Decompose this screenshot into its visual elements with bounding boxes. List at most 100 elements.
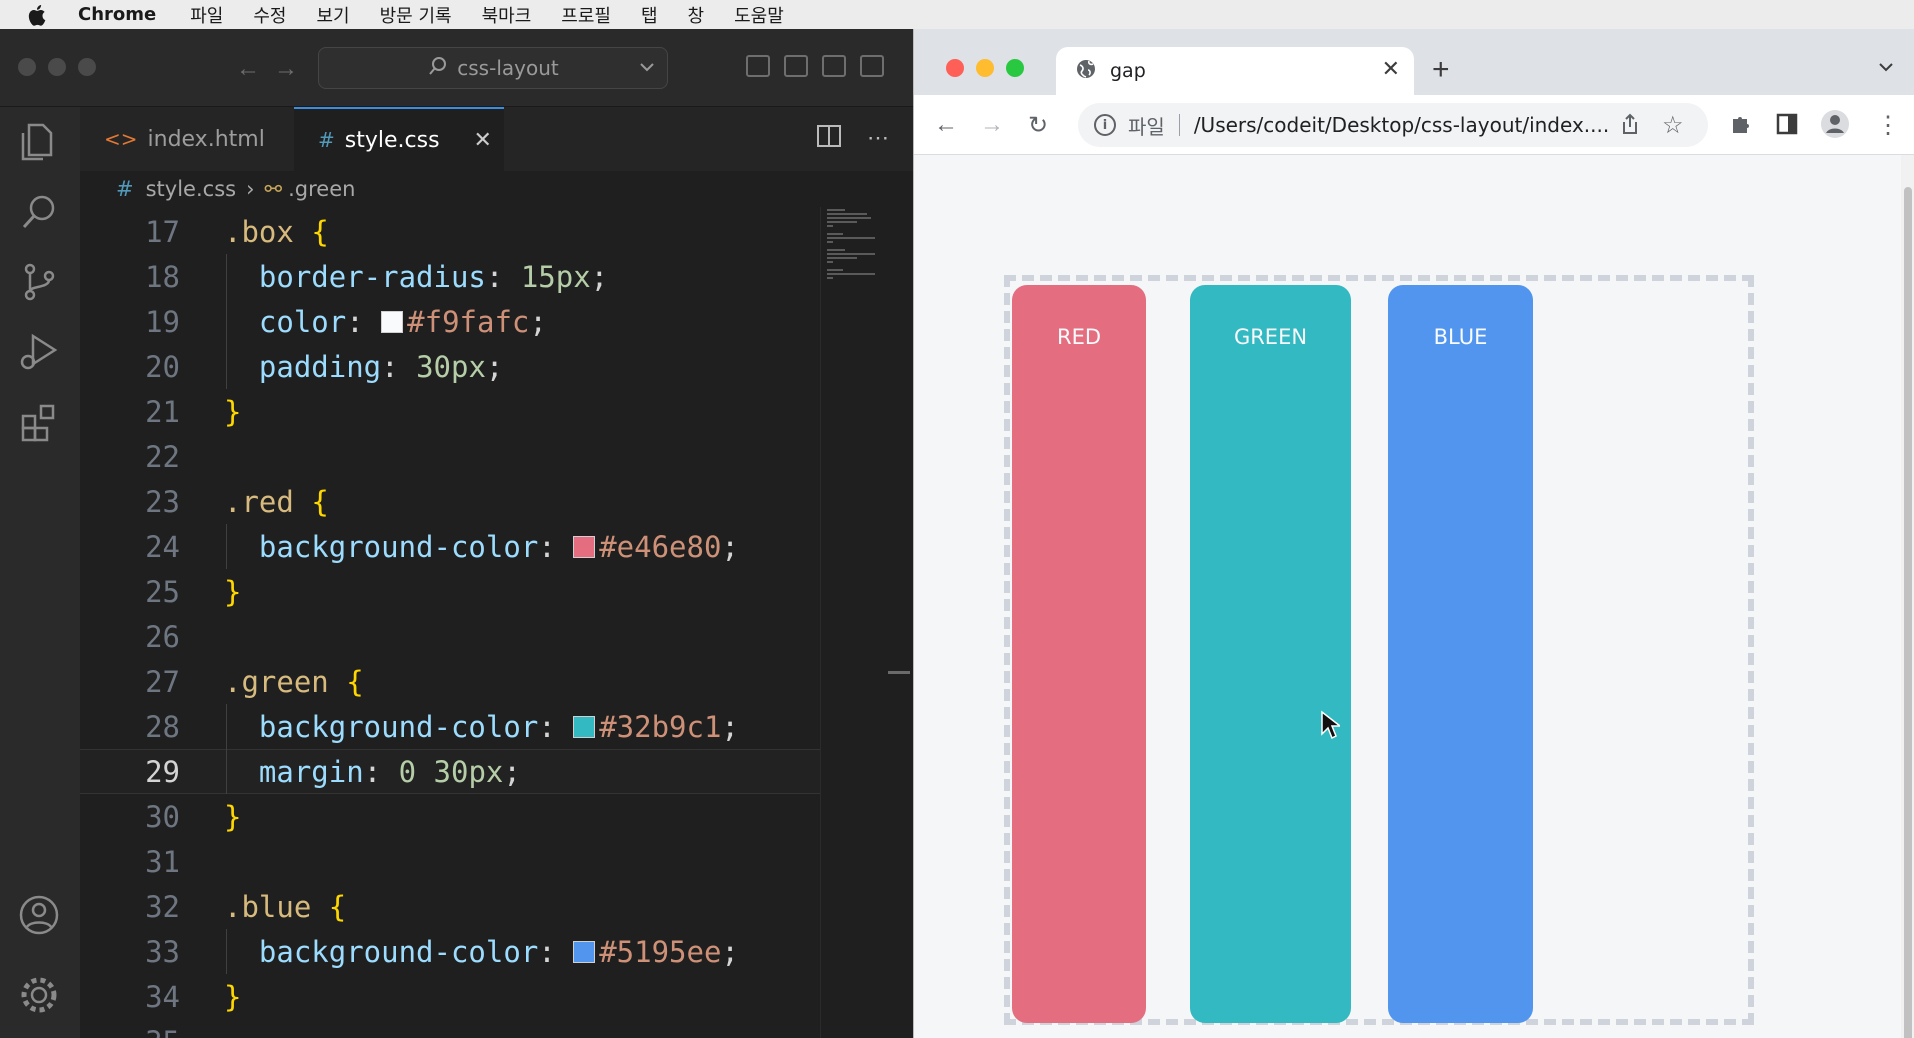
source-control-icon[interactable] [16,259,62,305]
color-swatch[interactable] [573,535,596,558]
code-line[interactable]: 34} [80,974,820,1019]
css-value: 30px [416,349,486,384]
breadcrumb-symbol[interactable]: .green [288,177,355,201]
split-editor-icon[interactable] [817,125,841,153]
bookmark-star-icon[interactable]: ☆ [1662,111,1684,140]
code-text: } [224,800,241,834]
color-swatch[interactable] [573,940,596,963]
line-number: 22 [145,439,180,474]
toggle-secondary-sidebar-icon[interactable] [822,55,846,77]
menu-help[interactable]: 도움말 [734,2,784,28]
color-swatch[interactable] [573,715,596,738]
search-icon[interactable] [16,189,62,235]
code-line[interactable]: 23 .red { [80,479,820,524]
more-actions-icon[interactable]: ⋯ [867,125,889,153]
reload-icon[interactable]: ↻ [1028,111,1048,140]
minimap-line [827,277,833,279]
menu-view[interactable]: 보기 [316,2,349,28]
code-text: .red { [224,485,329,519]
browser-tab[interactable]: gap ✕ [1056,47,1414,95]
close-window-dot[interactable] [18,58,36,76]
close-window-button[interactable] [946,59,964,77]
line-number: 20 [145,349,180,384]
forward-arrow-icon[interactable]: → [980,111,1004,139]
scrollbar-marker[interactable] [888,671,910,674]
code-line[interactable]: 29 margin: 0 30px; [80,749,820,794]
run-debug-icon[interactable] [16,329,62,375]
code-line[interactable]: 25} [80,569,820,614]
menu-app-name[interactable]: Chrome [78,4,156,25]
code-line[interactable]: 28 background-color: #32b9c1; [80,704,820,749]
apple-logo-icon[interactable] [28,4,50,26]
brace: { [346,664,364,699]
code-line[interactable]: 22 [80,434,820,479]
minimap-line [827,217,871,219]
zoom-window-button[interactable] [1006,59,1024,77]
code-line[interactable]: 30} [80,794,820,839]
back-arrow-icon[interactable]: ← [236,55,260,83]
account-icon[interactable] [16,892,62,938]
code-line[interactable]: 18 border-radius: 15px; [80,254,820,299]
new-tab-plus-icon[interactable]: + [1432,53,1450,87]
code-line[interactable]: 20 padding: 30px; [80,344,820,389]
toggle-panel-icon[interactable] [784,55,808,77]
menu-file[interactable]: 파일 [190,2,223,28]
window-controls [946,59,1024,77]
chevron-right-icon: › [246,177,255,201]
close-icon[interactable]: ✕ [1382,57,1400,82]
code-line[interactable]: 17 .box { [80,209,820,254]
tab-search-chevron-icon[interactable] [1876,61,1896,80]
info-icon[interactable]: i [1094,114,1116,136]
command-center-search[interactable]: css-layout [318,47,668,89]
address-bar[interactable]: i 파일 /Users/codeit/Desktop/css-layout/in… [1078,103,1708,147]
customize-layout-icon[interactable] [860,55,884,77]
brace: } [224,979,242,1014]
forward-arrow-icon[interactable]: → [274,55,298,83]
code-line[interactable]: 31 [80,839,820,884]
minimize-window-button[interactable] [976,59,994,77]
vertical-scrollbar[interactable] [1901,155,1914,1038]
css-property: margin [258,754,364,789]
extensions-icon[interactable] [16,399,62,445]
share-icon[interactable] [1620,113,1640,142]
line-number: 28 [145,709,180,744]
explorer-files-icon[interactable] [16,119,62,165]
code-line[interactable]: 19 color: #f9fafc; [80,299,820,344]
code-line[interactable]: 24 background-color: #e46e80; [80,524,820,569]
back-arrow-icon[interactable]: ← [934,111,958,139]
breadcrumb-file[interactable]: style.css [146,177,236,201]
code-line[interactable]: 27 .green { [80,659,820,704]
code-text: .blue { [224,890,346,924]
menu-edit[interactable]: 수정 [253,2,286,28]
menu-profiles[interactable]: 프로필 [561,2,611,28]
tab-index-html[interactable]: <> index.html [80,107,294,171]
minimize-window-dot[interactable] [48,58,66,76]
code-line[interactable]: 35 [80,1019,820,1038]
minimap[interactable] [820,207,890,1038]
gear-icon[interactable] [16,972,62,1018]
box-label: BLUE [1433,325,1488,349]
code-editor[interactable]: 17 .box {18 border-radius: 15px; 19 color:… [80,207,820,1038]
side-panel-icon[interactable] [1776,113,1798,142]
toggle-primary-sidebar-icon[interactable] [746,55,770,77]
color-swatch[interactable] [381,310,404,333]
menu-window[interactable]: 창 [688,2,705,28]
minimap-line [827,237,875,239]
scrollbar-thumb[interactable] [1904,187,1912,1038]
extensions-puzzle-icon[interactable] [1730,113,1752,142]
code-line[interactable]: 32 .blue { [80,884,820,929]
code-line[interactable]: 26 [80,614,820,659]
code-line[interactable]: 33 background-color: #5195ee; [80,929,820,974]
close-icon[interactable]: ✕ [474,128,492,153]
zoom-window-dot[interactable] [78,58,96,76]
menu-bookmarks[interactable]: 북마크 [482,2,532,28]
css-property: background-color [258,709,539,744]
browser-toolbar: ← → ↻ i 파일 /Users/codeit/Desktop/css-lay… [914,95,1914,155]
profile-avatar-icon[interactable] [1820,109,1850,146]
kebab-menu-icon[interactable]: ⋮ [1876,111,1900,140]
tab-style-css[interactable]: # style.css ✕ [294,107,504,171]
chevron-down-icon[interactable] [637,57,657,82]
menu-history[interactable]: 방문 기록 [380,2,452,28]
menu-tab[interactable]: 탭 [641,2,658,28]
code-line[interactable]: 21} [80,389,820,434]
